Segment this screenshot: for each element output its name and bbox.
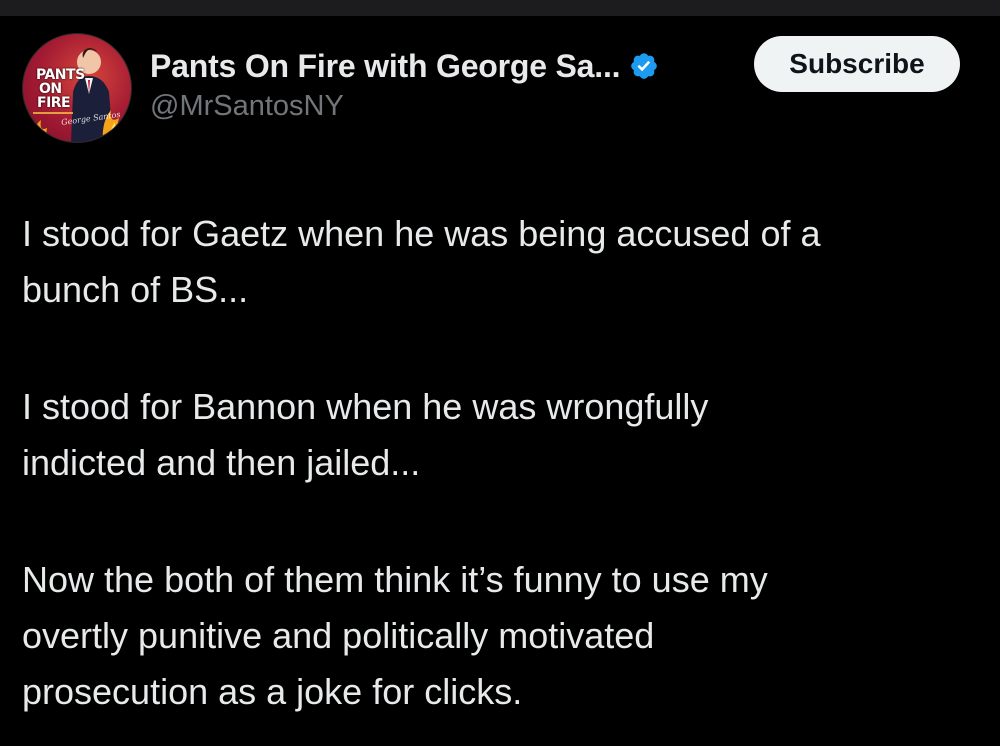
avatar-logo-line: ON — [39, 81, 62, 97]
avatar-logo-line: FIRE — [37, 95, 71, 111]
tweet-paragraph: I stood for Gaetz when he was being accu… — [22, 213, 821, 310]
author-handle[interactable]: @MrSantosNY — [150, 90, 344, 123]
avatar[interactable]: PANTS ON FIRE George Santos — [22, 33, 132, 143]
tweet-paragraph: Now the both of them think it’s funny to… — [22, 559, 768, 712]
status-bar-strip — [0, 0, 1000, 16]
tweet-paragraph: I stood for Bannon when he was wrongfull… — [22, 386, 709, 483]
author-display-name[interactable]: Pants On Fire with George Sa... — [150, 48, 621, 85]
subscribe-button[interactable]: Subscribe — [754, 36, 960, 92]
avatar-logo-line: PANTS — [36, 67, 85, 83]
tweet-text: I stood for Gaetz when he was being accu… — [22, 206, 972, 720]
author-name-row: Pants On Fire with George Sa... — [150, 46, 659, 86]
tweet-card: PANTS ON FIRE George Santos Pants On Fir… — [0, 16, 1000, 746]
verified-badge-icon — [629, 51, 659, 81]
